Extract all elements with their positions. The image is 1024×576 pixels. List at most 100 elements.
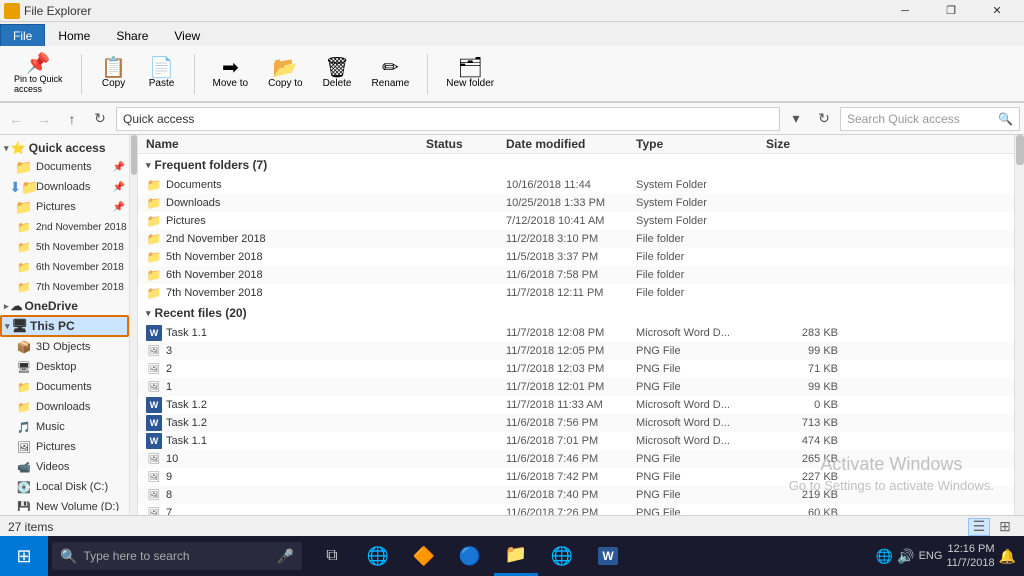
address-box[interactable]: Quick access	[116, 107, 780, 131]
sidebar-item-newd[interactable]: 💾 New Volume (D:)	[0, 497, 129, 511]
content-scrollbar-thumb[interactable]	[1016, 135, 1024, 165]
col-header-size[interactable]: Size	[766, 137, 846, 151]
minimize-button[interactable]: ─	[882, 0, 928, 22]
sidebar-section-thispc[interactable]: ▾ 🖥 This PC	[0, 315, 129, 337]
ribbon-btn-moveto[interactable]: ➡ Move to	[207, 56, 255, 91]
sidebar-item-3dobjects[interactable]: 📦 3D Objects	[0, 337, 129, 357]
close-button[interactable]: ✕	[974, 0, 1020, 22]
sidebar-section-quick-access[interactable]: ▾ ⭐ Quick access	[0, 139, 129, 157]
taskbar-search[interactable]: 🔍 Type here to search 🎤	[52, 542, 302, 570]
file-type: PNG File	[636, 381, 766, 393]
table-row[interactable]: 📁 Downloads 10/25/2018 1:33 PM System Fo…	[138, 194, 1014, 212]
sidebar-item-7thnov[interactable]: 📁 7th November 2018	[0, 277, 129, 297]
file-name-7thnov: 7th November 2018	[166, 287, 263, 299]
ribbon-btn-newfolder[interactable]: 🗂 New folder	[440, 56, 500, 91]
table-row[interactable]: 📁 5th November 2018 11/5/2018 3:37 PM Fi…	[138, 248, 1014, 266]
view-btn-details[interactable]: ☰	[968, 518, 990, 536]
sidebar-item-localc[interactable]: 💽 Local Disk (C:)	[0, 477, 129, 497]
taskbar-item-explorer[interactable]: 📁	[494, 536, 538, 576]
sidebar-scrollbar[interactable]	[130, 135, 138, 515]
taskbar-item-taskview[interactable]: ⧉	[310, 536, 354, 576]
table-row[interactable]: 📁 Documents 10/16/2018 11:44 System Fold…	[138, 176, 1014, 194]
tab-home[interactable]: Home	[45, 24, 103, 46]
tab-view[interactable]: View	[161, 24, 213, 46]
sidebar-section-onedrive[interactable]: ▸ ☁ OneDrive	[0, 297, 129, 315]
nav-forward-button[interactable]: →	[32, 107, 56, 131]
watermark-line2: Go to Settings to activate Windows.	[789, 477, 994, 495]
notification-icon[interactable]: 🔔	[999, 548, 1016, 565]
sidebar-item-desktop[interactable]: 🖥 Desktop	[0, 357, 129, 377]
file-type: File folder	[636, 251, 766, 263]
col-header-status[interactable]: Status	[426, 137, 506, 151]
frequent-folders-header[interactable]: ▾ Frequent folders (7)	[138, 154, 1014, 176]
search-box[interactable]: Search Quick access 🔍	[840, 107, 1020, 131]
ribbon-btn-copy[interactable]: 📋 Copy	[94, 56, 134, 91]
start-button[interactable]: ⊞	[0, 536, 48, 576]
table-row[interactable]: 🖼 2 11/7/2018 12:03 PM PNG File 71 KB	[138, 360, 1014, 378]
taskbar-search-placeholder: Type here to search	[83, 549, 189, 563]
tray-lang[interactable]: ENG	[919, 550, 943, 562]
sidebar-item-5thnov[interactable]: 📁 5th November 2018	[0, 237, 129, 257]
sidebar-item-downloads-pc[interactable]: 📁 Downloads	[0, 397, 129, 417]
sidebar-scrollbar-thumb[interactable]	[131, 135, 137, 175]
recent-files-header[interactable]: ▾ Recent files (20)	[138, 302, 1014, 324]
col-header-name[interactable]: Name	[146, 137, 426, 151]
localc-icon: 💽	[16, 479, 32, 495]
ribbon-btn-newfolder-label: New folder	[446, 78, 494, 89]
file-date: 11/6/2018 7:40 PM	[506, 489, 636, 501]
table-row[interactable]: W Task 1.1 11/7/2018 12:08 PM Microsoft …	[138, 324, 1014, 342]
file-icon-6thnov: 📁	[146, 267, 162, 283]
taskbar-item-chrome2[interactable]: 🌐	[540, 536, 584, 576]
table-row[interactable]: W Task 1.2 11/7/2018 11:33 AM Microsoft …	[138, 396, 1014, 414]
mic-icon[interactable]: 🎤	[277, 548, 294, 565]
sidebar-item-6thnov[interactable]: 📁 6th November 2018	[0, 257, 129, 277]
content-scrollbar[interactable]	[1014, 135, 1024, 515]
sidebar-item-2ndnov[interactable]: 📁 2nd November 2018	[0, 217, 129, 237]
volume-icon[interactable]: 🔊	[897, 548, 914, 565]
activate-windows-watermark: Activate Windows Go to Settings to activ…	[789, 452, 994, 495]
taskbar-item-chrome[interactable]: 🔵	[448, 536, 492, 576]
taskbar-item-edge[interactable]: 🌐	[356, 536, 400, 576]
table-row[interactable]: 🖼 1 11/7/2018 12:01 PM PNG File 99 KB	[138, 378, 1014, 396]
table-row[interactable]: 📁 Pictures 7/12/2018 10:41 AM System Fol…	[138, 212, 1014, 230]
address-refresh-button[interactable]: ↻	[812, 107, 836, 131]
nav-back-button[interactable]: ←	[4, 107, 28, 131]
table-row[interactable]: 🖼 3 11/7/2018 12:05 PM PNG File 99 KB	[138, 342, 1014, 360]
ribbon-btn-copyto[interactable]: 📂 Copy to	[262, 56, 308, 91]
sidebar-item-pictures-pc[interactable]: 🖼 Pictures	[0, 437, 129, 457]
ribbon-btn-pin[interactable]: 📌 Pin to Quickaccess	[8, 52, 69, 96]
sidebar-item-videos[interactable]: 📹 Videos	[0, 457, 129, 477]
nav-up-button[interactable]: ↑	[60, 107, 84, 131]
sidebar-item-documents[interactable]: 📁 Documents 📌	[0, 157, 129, 177]
address-dropdown-button[interactable]: ▾	[784, 107, 808, 131]
ribbon-btn-rename[interactable]: ✏ Rename	[365, 56, 415, 91]
sidebar-item-downloads[interactable]: ⬇📁 Downloads 📌	[0, 177, 129, 197]
file-name-task11-1: Task 1.1	[166, 327, 207, 339]
table-row[interactable]: 📁 7th November 2018 11/7/2018 12:11 PM F…	[138, 284, 1014, 302]
table-row[interactable]: W Task 1.2 11/6/2018 7:56 PM Microsoft W…	[138, 414, 1014, 432]
tray-clock[interactable]: 12:16 PM 11/7/2018	[946, 542, 994, 571]
table-row[interactable]: 📁 6th November 2018 11/6/2018 7:58 PM Fi…	[138, 266, 1014, 284]
table-row[interactable]: 📁 2nd November 2018 11/2/2018 3:10 PM Fi…	[138, 230, 1014, 248]
sidebar-item-music[interactable]: 🎵 Music	[0, 417, 129, 437]
ribbon-btn-paste[interactable]: 📄 Paste	[142, 56, 182, 91]
nav-refresh-button[interactable]: ↻	[88, 107, 112, 131]
sidebar-item-pictures[interactable]: 📁 Pictures 📌	[0, 197, 129, 217]
tab-file[interactable]: File	[0, 24, 45, 46]
sidebar-item-documents-pc[interactable]: 📁 Documents	[0, 377, 129, 397]
network-icon[interactable]: 🌐	[876, 548, 893, 565]
ribbon-btn-delete[interactable]: 🗑 Delete	[317, 56, 358, 91]
taskbar-item-word[interactable]: W	[586, 536, 630, 576]
file-type: PNG File	[636, 507, 766, 515]
view-btn-tiles[interactable]: ⊞	[994, 518, 1016, 536]
file-icon-7thnov: 📁	[146, 285, 162, 301]
col-header-type[interactable]: Type	[636, 137, 766, 151]
content-scroll[interactable]: Name Status Date modified Type Size ▾ Fr…	[138, 135, 1014, 515]
col-header-date[interactable]: Date modified	[506, 137, 636, 151]
taskbar-tray: 🌐 🔊 ENG 12:16 PM 11/7/2018 🔔	[868, 542, 1024, 571]
taskbar-item-vlc[interactable]: 🔶	[402, 536, 446, 576]
table-row[interactable]: 🖼 7 11/6/2018 7:26 PM PNG File 60 KB	[138, 504, 1014, 515]
tab-share[interactable]: Share	[103, 24, 161, 46]
maximize-button[interactable]: ❐	[928, 0, 974, 22]
table-row[interactable]: W Task 1.1 11/6/2018 7:01 PM Microsoft W…	[138, 432, 1014, 450]
